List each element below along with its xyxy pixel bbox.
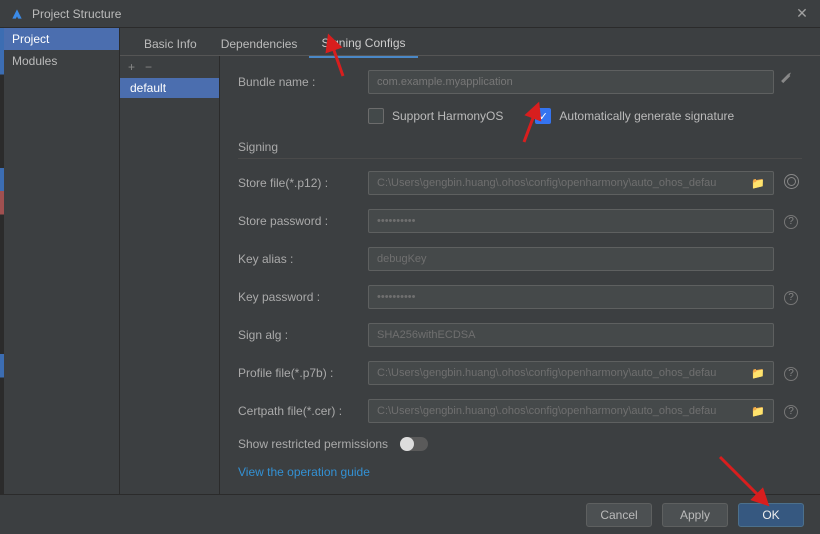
key-password-label: Key password : (238, 290, 368, 304)
sign-alg-label: Sign alg : (238, 328, 368, 342)
close-icon[interactable]: ✕ (794, 5, 810, 22)
certpath-file-label: Certpath file(*.cer) : (238, 404, 368, 418)
remove-config-icon[interactable]: − (145, 60, 152, 74)
auto-generate-signature-label: Automatically generate signature (559, 109, 734, 123)
browse-icon[interactable]: 📁 (751, 405, 765, 418)
certpath-file-input[interactable]: C:\Users\gengbin.huang\.ohos\config\open… (368, 399, 774, 423)
operation-guide-link[interactable]: View the operation guide (238, 465, 370, 479)
store-password-input[interactable]: •••••••••• (368, 209, 774, 233)
bundle-name-label: Bundle name : (238, 75, 368, 89)
dialog-title: Project Structure (32, 7, 794, 21)
tab-dependencies[interactable]: Dependencies (209, 33, 310, 57)
config-list: + − default (120, 56, 220, 494)
help-icon[interactable]: ? (780, 289, 802, 305)
help-icon[interactable]: ? (780, 365, 802, 381)
app-logo-icon (10, 7, 24, 21)
bundle-name-input[interactable]: com.example.myapplication (368, 70, 774, 94)
profile-file-label: Profile file(*.p7b) : (238, 366, 368, 380)
support-harmonyos-checkbox[interactable] (368, 108, 384, 124)
store-file-input[interactable]: C:\Users\gengbin.huang\.ohos\config\open… (368, 171, 774, 195)
profile-file-input[interactable]: C:\Users\gengbin.huang\.ohos\config\open… (368, 361, 774, 385)
tab-signing-configs[interactable]: Signing Configs (309, 32, 417, 58)
sidebar-item-project[interactable]: Project (0, 28, 119, 50)
browse-icon[interactable]: 📁 (751, 177, 765, 190)
dialog-footer: Cancel Apply OK (0, 494, 820, 534)
sidebar: Project Modules (0, 28, 120, 494)
tab-bar: Basic Info Dependencies Signing Configs (120, 28, 820, 56)
sidebar-item-modules[interactable]: Modules (0, 50, 119, 72)
add-config-icon[interactable]: + (128, 60, 135, 74)
auto-generate-signature-checkbox[interactable]: ✓ (535, 108, 551, 124)
help-icon[interactable]: ? (780, 403, 802, 419)
signing-section-label: Signing (238, 140, 802, 159)
ok-button[interactable]: OK (738, 503, 804, 527)
show-restricted-label: Show restricted permissions (238, 437, 388, 451)
cancel-button[interactable]: Cancel (586, 503, 652, 527)
sign-alg-input[interactable]: SHA256withECDSA (368, 323, 774, 347)
show-restricted-toggle[interactable] (400, 437, 428, 451)
support-harmonyos-label: Support HarmonyOS (392, 109, 503, 123)
sidebar-item-label: Modules (12, 54, 57, 68)
apply-button[interactable]: Apply (662, 503, 728, 527)
fingerprint-icon[interactable] (780, 174, 802, 192)
signing-form: Bundle name : com.example.myapplication … (220, 56, 820, 494)
store-password-label: Store password : (238, 214, 368, 228)
key-alias-label: Key alias : (238, 252, 368, 266)
dialog-titlebar: Project Structure ✕ (0, 0, 820, 28)
edit-icon[interactable] (780, 74, 802, 91)
config-item-default[interactable]: default (120, 78, 219, 98)
key-password-input[interactable]: •••••••••• (368, 285, 774, 309)
editor-gutter (0, 28, 4, 494)
help-icon[interactable]: ? (780, 213, 802, 229)
tab-basic-info[interactable]: Basic Info (132, 33, 209, 57)
browse-icon[interactable]: 📁 (751, 367, 765, 380)
sidebar-item-label: Project (12, 32, 49, 46)
key-alias-input[interactable]: debugKey (368, 247, 774, 271)
store-file-label: Store file(*.p12) : (238, 176, 368, 190)
